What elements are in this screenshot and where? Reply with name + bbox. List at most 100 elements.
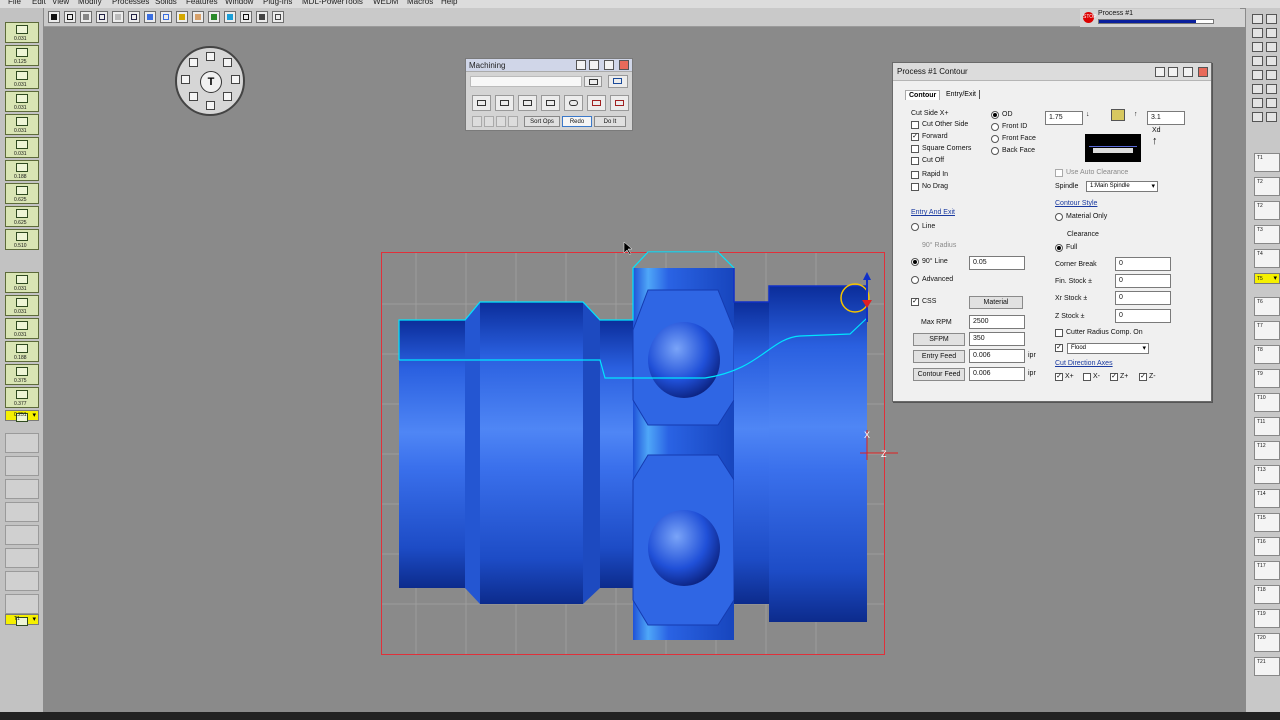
maximize-icon[interactable] <box>1168 67 1178 77</box>
sfpm-button[interactable]: SFPM <box>913 333 965 346</box>
turn-mill-icon[interactable] <box>610 95 629 111</box>
contour-feed-field[interactable]: 0.006 <box>969 367 1025 381</box>
operation-slot[interactable]: T3 <box>1254 225 1280 244</box>
minimize-icon[interactable] <box>604 60 614 70</box>
material-only-radio[interactable] <box>1055 213 1063 221</box>
select-tool-button[interactable] <box>48 11 60 23</box>
operation-slot[interactable]: T4 <box>1254 249 1280 268</box>
dial-spoke-icon[interactable] <box>189 58 198 67</box>
tool-slot[interactable]: 0.251 <box>5 410 39 422</box>
view-grid-button[interactable] <box>128 11 140 23</box>
operation-slot[interactable]: T10 <box>1254 393 1280 412</box>
hand-tool-button[interactable] <box>256 11 268 23</box>
op-icon[interactable] <box>1266 28 1277 38</box>
menu-item-plug-ins[interactable]: Plug-Ins <box>263 0 292 6</box>
text-tool-button[interactable] <box>64 11 76 23</box>
dial-spoke-icon[interactable] <box>206 52 215 61</box>
tab-contour[interactable]: Contour <box>905 90 941 100</box>
empty-tool-slot[interactable] <box>5 594 39 614</box>
operation-slot[interactable]: T9 <box>1254 369 1280 388</box>
tool-slot[interactable]: T1 <box>5 614 39 626</box>
dial-spoke-icon[interactable] <box>189 92 198 101</box>
line-90-radio[interactable] <box>911 258 919 266</box>
maximize-icon[interactable] <box>589 60 599 70</box>
last-op-button[interactable] <box>508 116 518 127</box>
view-rotate-button[interactable] <box>208 11 220 23</box>
square-corners-checkbox[interactable] <box>911 145 919 153</box>
tool-slot[interactable]: 0.510 <box>5 229 39 250</box>
menu-item-edit[interactable]: Edit <box>32 0 46 6</box>
close-icon[interactable] <box>619 60 629 70</box>
fin-stock-field[interactable]: 0 <box>1115 274 1171 288</box>
turn-cutoff-icon[interactable] <box>587 95 606 111</box>
full-radio[interactable] <box>1055 244 1063 252</box>
front-face-radio[interactable] <box>991 135 999 143</box>
dial-spoke-icon[interactable] <box>231 75 240 84</box>
operation-slot[interactable]: T18 <box>1254 585 1280 604</box>
dial-spoke-icon[interactable] <box>223 58 232 67</box>
cut-off-checkbox[interactable] <box>911 157 919 165</box>
turn-drill-icon[interactable] <box>564 95 583 111</box>
menu-item-macros[interactable]: Macros <box>407 0 433 6</box>
empty-tool-slot[interactable] <box>5 548 39 568</box>
axis-x-plus-checkbox[interactable]: ✓ <box>1055 373 1063 381</box>
corner-break-field[interactable]: 0 <box>1115 257 1171 271</box>
view-navigator-dial[interactable]: T <box>175 46 245 116</box>
op-icon[interactable] <box>1266 14 1277 24</box>
view-right-button[interactable] <box>192 11 204 23</box>
material-button[interactable]: Material <box>969 296 1023 309</box>
tool-slot[interactable]: 0.625 <box>5 183 39 204</box>
contour-feed-button[interactable]: Contour Feed <box>913 368 965 381</box>
menu-item-modify[interactable]: Modify <box>78 0 102 6</box>
operation-slot[interactable]: T2 <box>1254 177 1280 196</box>
op-icon[interactable] <box>1252 14 1263 24</box>
operation-slot[interactable]: T8 <box>1254 345 1280 364</box>
tool-slot[interactable]: 0.375 <box>5 364 39 385</box>
tab-entry-exit[interactable]: Entry/Exit <box>943 90 980 99</box>
op-icon[interactable] <box>1252 56 1263 66</box>
tool-slot[interactable]: 0.625 <box>5 206 39 227</box>
do-it-button[interactable]: Do It <box>594 116 626 127</box>
view-pan-button[interactable] <box>224 11 236 23</box>
menu-item-solids[interactable]: Solids <box>155 0 177 6</box>
operation-slot[interactable]: T13 <box>1254 465 1280 484</box>
tool-slot[interactable]: 0.377 <box>5 387 39 408</box>
dial-spoke-icon[interactable] <box>181 75 190 84</box>
operation-slot[interactable]: T15 <box>1254 513 1280 532</box>
view-iso-button[interactable] <box>96 11 108 23</box>
menu-item-wedm[interactable]: WEDM <box>373 0 398 6</box>
operation-slot[interactable]: T2 <box>1254 201 1280 220</box>
restore-icon[interactable] <box>576 60 586 70</box>
operation-slot[interactable]: T20 <box>1254 633 1280 652</box>
tool-slot[interactable]: 0.125 <box>5 45 39 66</box>
tool-slot[interactable]: 0.031 <box>5 318 39 339</box>
minimize-icon[interactable] <box>1183 67 1193 77</box>
entry-feed-button[interactable]: Entry Feed <box>913 350 965 363</box>
line-90-field[interactable]: 0.05 <box>969 256 1025 270</box>
dial-center-button[interactable]: T <box>200 71 222 93</box>
stop-button[interactable]: STOP <box>1083 12 1097 23</box>
tool-slot[interactable]: 0.031 <box>5 272 39 293</box>
cut-other-side-checkbox[interactable] <box>911 121 919 129</box>
view-zoom-button[interactable] <box>240 11 252 23</box>
tool-library-icon[interactable] <box>584 76 602 87</box>
turn-rough-icon[interactable] <box>472 95 491 111</box>
empty-tool-slot[interactable] <box>5 433 39 453</box>
fit-view-button[interactable] <box>272 11 284 23</box>
tool-slot[interactable]: 0.031 <box>5 137 39 158</box>
process-library-icon[interactable] <box>608 75 628 88</box>
front-id-radio[interactable] <box>991 123 999 131</box>
op-icon[interactable] <box>1252 70 1263 80</box>
restore-icon[interactable] <box>1155 67 1165 77</box>
cutter-radius-comp-checkbox[interactable] <box>1055 329 1063 337</box>
dial-spoke-icon[interactable] <box>206 101 215 110</box>
sort-ops-button[interactable]: Sort Ops <box>524 116 560 127</box>
menu-item-file[interactable]: File <box>8 0 21 6</box>
operation-slot[interactable]: T11 <box>1254 417 1280 436</box>
tool-slot[interactable]: 0.031 <box>5 114 39 135</box>
menu-item-window[interactable]: Window <box>225 0 253 6</box>
redo-button[interactable]: Redo <box>562 116 592 127</box>
tool-slot[interactable]: 0.188 <box>5 341 39 362</box>
menu-item-processes[interactable]: Processes <box>112 0 149 6</box>
op-icon[interactable] <box>1252 28 1263 38</box>
